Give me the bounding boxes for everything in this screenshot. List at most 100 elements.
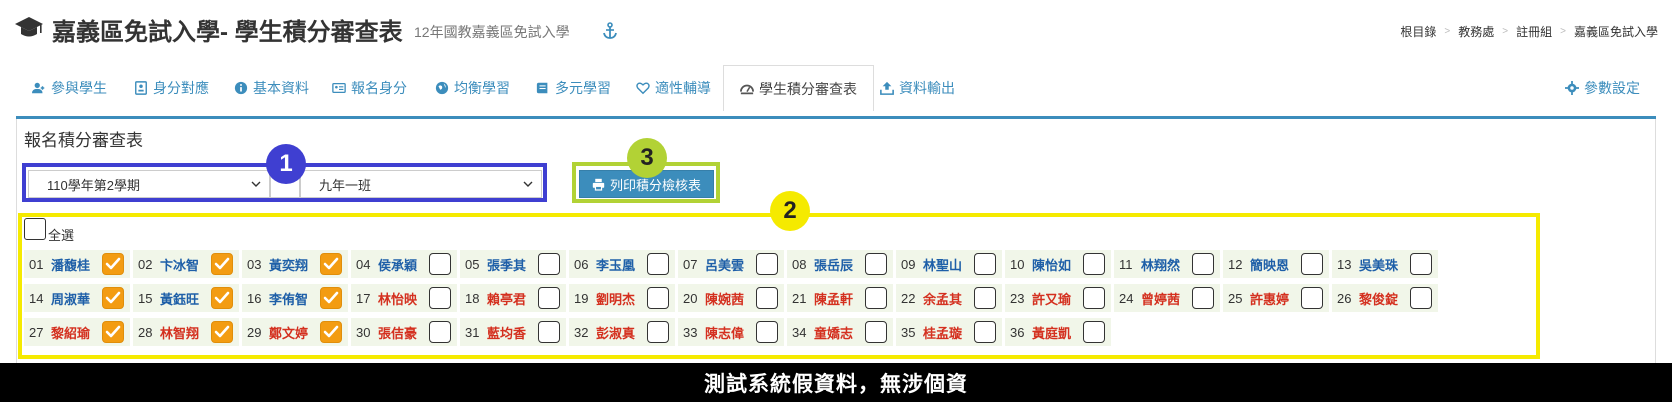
student-checkbox[interactable]: [974, 321, 996, 343]
student-item[interactable]: 32 彭淑真: [569, 318, 675, 346]
student-item[interactable]: 15 黃鈺旺: [133, 284, 239, 312]
student-checkbox[interactable]: [429, 321, 451, 343]
student-item[interactable]: 23 許又瑜: [1005, 284, 1111, 312]
select-all[interactable]: 全選: [24, 218, 74, 243]
student-item[interactable]: 35 桂孟璇: [896, 318, 1002, 346]
student-checkbox[interactable]: [538, 321, 560, 343]
student-item[interactable]: 33 陳志偉: [678, 318, 784, 346]
student-item[interactable]: 21 陳孟軒: [787, 284, 893, 312]
breadcrumb-academic[interactable]: 教務處: [1458, 23, 1494, 40]
student-checkbox[interactable]: [211, 287, 233, 309]
student-item[interactable]: 34 童嬌志: [787, 318, 893, 346]
student-checkbox[interactable]: [974, 253, 996, 275]
settings-link[interactable]: 參數設定: [1565, 66, 1656, 110]
student-item[interactable]: 10 陳怡如: [1005, 250, 1111, 278]
tab-diverse-learning[interactable]: 多元學習: [520, 66, 627, 110]
tab-identity-mapping[interactable]: 身分對應: [118, 66, 225, 110]
student-checkbox[interactable]: [865, 287, 887, 309]
student-item[interactable]: 02 卞冰智: [133, 250, 239, 278]
student-checkbox[interactable]: [1301, 253, 1323, 275]
student-checkbox[interactable]: [1192, 287, 1214, 309]
student-checkbox[interactable]: [538, 287, 560, 309]
student-checkbox[interactable]: [1083, 321, 1105, 343]
student-checkbox[interactable]: [102, 287, 124, 309]
student-checkbox[interactable]: [538, 253, 560, 275]
student-item[interactable]: 22 余孟其: [896, 284, 1002, 312]
class-select[interactable]: 九年一班: [300, 170, 542, 198]
student-item[interactable]: 16 李侑智: [242, 284, 348, 312]
student-item[interactable]: 09 林聖山: [896, 250, 1002, 278]
student-item[interactable]: 25 許惠婷: [1223, 284, 1329, 312]
student-checkbox[interactable]: [1083, 287, 1105, 309]
tab-label: 適性輔導: [655, 80, 711, 96]
student-item[interactable]: 03 黃奕翔: [242, 250, 348, 278]
student-item[interactable]: 26 黎俊錠: [1332, 284, 1438, 312]
student-item[interactable]: 29 鄭文婷: [242, 318, 348, 346]
student-checkbox[interactable]: [647, 321, 669, 343]
graduation-cap-icon: [15, 17, 43, 37]
student-number: 13: [1337, 256, 1352, 272]
student-item[interactable]: 13 吳美珠: [1332, 250, 1438, 278]
student-checkbox[interactable]: [320, 321, 342, 343]
student-item[interactable]: 30 張佶豪: [351, 318, 457, 346]
checkmark-icon: [105, 257, 121, 270]
student-checkbox[interactable]: [756, 321, 778, 343]
student-item[interactable]: 20 陳婉茜: [678, 284, 784, 312]
student-item[interactable]: 06 李玉凰: [569, 250, 675, 278]
student-item[interactable]: 36 黃庭凱: [1005, 318, 1111, 346]
student-checkbox[interactable]: [1192, 253, 1214, 275]
student-item[interactable]: 12 簡映恩: [1223, 250, 1329, 278]
tab-balanced-learning[interactable]: 均衡學習: [419, 66, 526, 110]
student-checkbox[interactable]: [865, 321, 887, 343]
student-item[interactable]: 07 呂美雲: [678, 250, 784, 278]
print-icon: [592, 178, 605, 191]
student-item[interactable]: 05 張季其: [460, 250, 566, 278]
student-checkbox[interactable]: [429, 253, 451, 275]
student-checkbox[interactable]: [320, 253, 342, 275]
student-item[interactable]: 17 林怡映: [351, 284, 457, 312]
student-item[interactable]: 28 林智翔: [133, 318, 239, 346]
student-item[interactable]: 11 林翔然: [1114, 250, 1220, 278]
student-checkbox[interactable]: [647, 253, 669, 275]
student-checkbox[interactable]: [1410, 253, 1432, 275]
student-item[interactable]: 31 藍均香: [460, 318, 566, 346]
student-item[interactable]: 01 潘馥桂: [24, 250, 130, 278]
users-icon: [32, 82, 45, 94]
student-checkbox[interactable]: [211, 321, 233, 343]
student-item[interactable]: 04 侯承穎: [351, 250, 457, 278]
student-checkbox[interactable]: [102, 253, 124, 275]
student-checkbox[interactable]: [1301, 287, 1323, 309]
student-checkbox[interactable]: [647, 287, 669, 309]
student-name: 黎俊錠: [1359, 291, 1399, 307]
student-item[interactable]: 27 黎紹瑜: [24, 318, 130, 346]
student-item[interactable]: 24 曾婷茜: [1114, 284, 1220, 312]
student-checkbox[interactable]: [1083, 253, 1105, 275]
breadcrumb-registry[interactable]: 註冊組: [1516, 23, 1552, 40]
student-name: 藍均香: [487, 325, 527, 341]
tab-basic-info[interactable]: 基本資料: [218, 66, 325, 110]
tab-registration-identity[interactable]: 報名身分: [316, 66, 423, 110]
student-checkbox[interactable]: [865, 253, 887, 275]
student-checkbox[interactable]: [756, 253, 778, 275]
tab-score-review[interactable]: 學生積分審查表: [723, 65, 874, 111]
student-checkbox[interactable]: [429, 287, 451, 309]
tab-guidance[interactable]: 適性輔導: [620, 66, 727, 110]
tab-data-export[interactable]: 資料輸出: [864, 66, 971, 110]
student-item[interactable]: 18 賴亭君: [460, 284, 566, 312]
panel-title: 報名積分審查表: [24, 131, 143, 150]
breadcrumb-root[interactable]: 根目錄: [1400, 23, 1436, 40]
student-checkbox[interactable]: [320, 287, 342, 309]
student-checkbox[interactable]: [102, 321, 124, 343]
student-checkbox[interactable]: [1410, 287, 1432, 309]
student-number: 18: [465, 290, 480, 306]
student-item[interactable]: 19 劉明杰: [569, 284, 675, 312]
anchor-icon[interactable]: [602, 22, 618, 40]
select-all-checkbox[interactable]: [24, 218, 46, 240]
student-checkbox[interactable]: [211, 253, 233, 275]
student-item[interactable]: 14 周淑華: [24, 284, 130, 312]
semester-select[interactable]: 110學年第2學期: [28, 170, 270, 198]
tab-participants[interactable]: 參與學生: [16, 66, 123, 110]
student-checkbox[interactable]: [974, 287, 996, 309]
student-item[interactable]: 08 張岳辰: [787, 250, 893, 278]
student-checkbox[interactable]: [756, 287, 778, 309]
